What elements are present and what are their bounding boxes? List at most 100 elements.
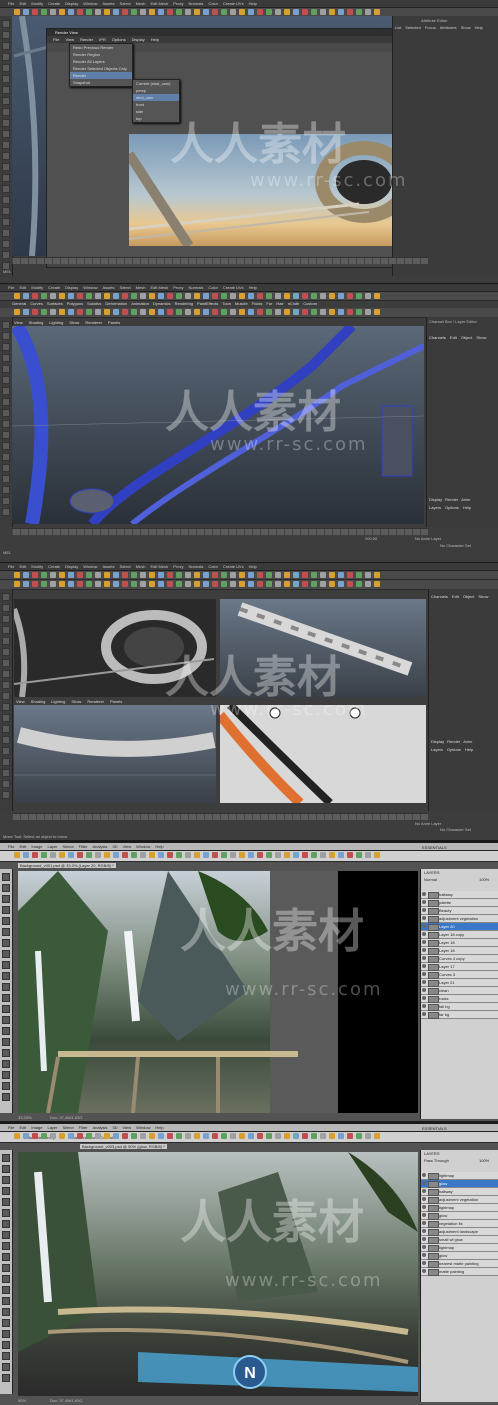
toolbar-icon[interactable] xyxy=(248,9,254,15)
toolbar-icon[interactable] xyxy=(77,1133,83,1139)
toolbar-icon[interactable] xyxy=(68,581,74,587)
toolbar-icon[interactable] xyxy=(59,293,65,299)
render-view-menu-item[interactable]: Options xyxy=(112,37,126,42)
camera-option[interactable]: front xyxy=(133,101,179,108)
menu-item[interactable]: Window xyxy=(136,844,150,849)
tool-icon[interactable] xyxy=(2,961,10,969)
tool-icon[interactable] xyxy=(2,163,10,171)
toolbar-icon[interactable] xyxy=(95,1133,101,1139)
toolbar-icon[interactable] xyxy=(212,852,218,858)
toolbar-icon[interactable] xyxy=(347,1133,353,1139)
toolbar-icon[interactable] xyxy=(122,309,128,315)
toolbar-icon[interactable] xyxy=(50,309,56,315)
tool-icon[interactable] xyxy=(2,692,10,700)
toolbar-icon[interactable] xyxy=(293,581,299,587)
toolbar-icon[interactable] xyxy=(104,581,110,587)
shelf-tab[interactable]: Polygons xyxy=(67,301,83,307)
timeline[interactable] xyxy=(12,528,428,535)
tool-icon[interactable] xyxy=(2,119,10,127)
toolbar-icon[interactable] xyxy=(257,9,263,15)
toolbar-icon[interactable] xyxy=(230,852,236,858)
tool-icon[interactable] xyxy=(2,207,10,215)
tool-icon[interactable] xyxy=(2,398,10,406)
toolbar-icon[interactable] xyxy=(95,309,101,315)
shelf-tab[interactable]: Fur xyxy=(266,301,272,307)
menu-item[interactable]: Edit Mesh xyxy=(150,564,168,569)
toolbar-icon[interactable] xyxy=(149,309,155,315)
tool-icon[interactable] xyxy=(2,1352,10,1360)
toolbar-icon[interactable] xyxy=(329,1133,335,1139)
toolbar-icon[interactable] xyxy=(338,852,344,858)
toolbar-icon[interactable] xyxy=(32,572,38,578)
toolbar-icon[interactable] xyxy=(185,9,191,15)
visibility-eye-icon[interactable] xyxy=(422,1269,426,1273)
tool-icon[interactable] xyxy=(2,108,10,116)
toolbar-icon[interactable] xyxy=(311,9,317,15)
channel-menu-item[interactable]: Object xyxy=(463,594,475,599)
channel-menu-item[interactable]: Edit xyxy=(452,594,459,599)
toolbar-icon[interactable] xyxy=(113,572,119,578)
visibility-eye-icon[interactable] xyxy=(422,980,426,984)
layer-row[interactable]: rocks xyxy=(421,995,498,1003)
menu-item[interactable]: View xyxy=(123,844,132,849)
toolbar-icon[interactable] xyxy=(185,581,191,587)
toolbar-icon[interactable] xyxy=(284,9,290,15)
visibility-eye-icon[interactable] xyxy=(422,1213,426,1217)
toolbar-icon[interactable] xyxy=(86,9,92,15)
toolbar-icon[interactable] xyxy=(86,572,92,578)
toolbar-icon[interactable] xyxy=(248,309,254,315)
toolbar-icon[interactable] xyxy=(374,293,380,299)
toolbar-icon[interactable] xyxy=(320,852,326,858)
menu-item[interactable]: Assets xyxy=(103,564,115,569)
toolbar-icon[interactable] xyxy=(338,572,344,578)
menu-item[interactable]: Select xyxy=(120,285,131,290)
viewport-menu-item[interactable]: Show xyxy=(69,320,79,325)
toolbar-icon[interactable] xyxy=(140,572,146,578)
tool-icon[interactable] xyxy=(2,97,10,105)
toolbar-icon[interactable] xyxy=(194,293,200,299)
menu-item[interactable]: Analysis xyxy=(93,844,108,849)
menu-item[interactable]: Create xyxy=(48,285,60,290)
toolbar-icon[interactable] xyxy=(293,9,299,15)
toolbar-icon[interactable] xyxy=(32,293,38,299)
layer-row[interactable]: Layer 18 xyxy=(421,939,498,947)
menu-item[interactable]: Display xyxy=(65,285,78,290)
toolbar-icon[interactable] xyxy=(176,1133,182,1139)
toolbar-icon[interactable] xyxy=(32,852,38,858)
visibility-eye-icon[interactable] xyxy=(422,1221,426,1225)
render-menu-item[interactable]: Redo Previous Render xyxy=(70,44,132,51)
toolbar-icon[interactable] xyxy=(23,9,29,15)
toolbar-icon[interactable] xyxy=(23,852,29,858)
toolbar-icon[interactable] xyxy=(374,581,380,587)
tool-icon[interactable] xyxy=(2,895,10,903)
menu-item[interactable]: Select xyxy=(63,844,74,849)
toolbar-icon[interactable] xyxy=(257,581,263,587)
toolbar-icon[interactable] xyxy=(41,1133,47,1139)
tool-icon[interactable] xyxy=(2,365,10,373)
layer-row[interactable]: glow xyxy=(421,1212,498,1220)
workspace-label[interactable]: ESSENTIALS xyxy=(422,845,447,850)
menu-item[interactable]: Edit xyxy=(19,844,26,849)
tool-icon[interactable] xyxy=(2,637,10,645)
toolbar-icon[interactable] xyxy=(113,581,119,587)
menu-item[interactable]: Edit xyxy=(19,1,26,6)
mel-line[interactable]: MEL xyxy=(3,269,11,274)
attribute-menu-item[interactable]: Show xyxy=(461,25,471,30)
toolbar-icon[interactable] xyxy=(374,9,380,15)
toolbar-icon[interactable] xyxy=(203,572,209,578)
menu-item[interactable]: Help xyxy=(155,1125,163,1130)
visibility-eye-icon[interactable] xyxy=(422,1189,426,1193)
toolbar-icon[interactable] xyxy=(158,293,164,299)
toolbar-icon[interactable] xyxy=(338,309,344,315)
visibility-eye-icon[interactable] xyxy=(422,1004,426,1008)
layer-row[interactable]: Layer 18 xyxy=(421,947,498,955)
tool-icon[interactable] xyxy=(2,884,10,892)
toolbar-icon[interactable] xyxy=(77,9,83,15)
toolbar-icon[interactable] xyxy=(158,581,164,587)
toolbar-icon[interactable] xyxy=(266,852,272,858)
tool-icon[interactable] xyxy=(2,670,10,678)
toolbar-icon[interactable] xyxy=(284,581,290,587)
toolbar-icon[interactable] xyxy=(230,581,236,587)
toolbar-icon[interactable] xyxy=(86,293,92,299)
menu-item[interactable]: Proxy xyxy=(173,564,183,569)
